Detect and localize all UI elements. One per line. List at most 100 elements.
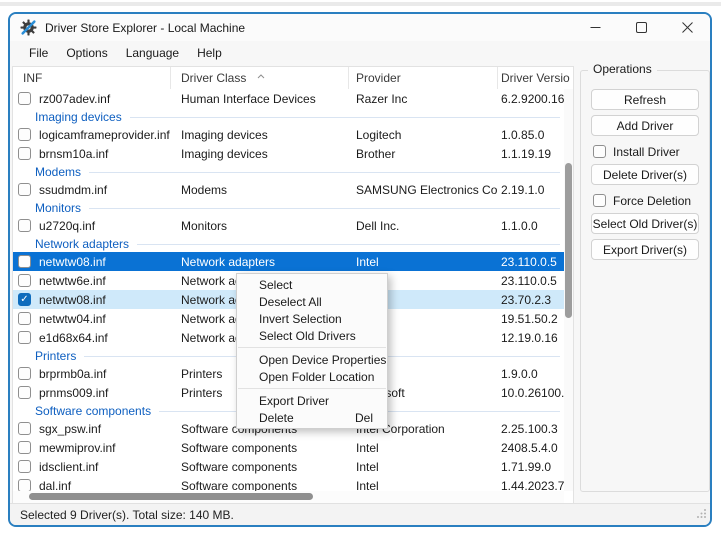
context-menu: Select Deselect All Invert Selection Select… (236, 273, 388, 429)
install-driver-checkbox[interactable]: Install Driver (593, 143, 699, 160)
group-label: Modems (35, 164, 82, 179)
column-header-provider[interactable]: Provider (349, 67, 498, 89)
version-cell: 6.2.9200.165 (501, 91, 564, 106)
context-menu-item-select[interactable]: Select (237, 276, 387, 293)
row-checkbox[interactable] (18, 128, 31, 141)
table-row[interactable]: ssudmdm.inf Modems SAMSUNG Electronics Co.… (13, 180, 564, 199)
close-button[interactable] (664, 14, 710, 41)
table-row[interactable]: logicamframeprovider.inf Imaging devices L… (13, 125, 564, 144)
table-row[interactable]: rz007adev.inf Human Interface Devices Raze… (13, 89, 564, 108)
inf-cell: idsclient.inf (39, 459, 99, 474)
horizontal-scrollbar-thumb[interactable] (29, 493, 313, 500)
group-row: Monitors (13, 199, 564, 216)
inf-cell: netwtw04.inf (39, 311, 106, 326)
group-label: Software components (35, 403, 152, 418)
menu-help[interactable]: Help (188, 43, 231, 63)
context-menu-item-export-driver[interactable]: Export Driver (237, 392, 387, 409)
checkbox-icon (593, 194, 606, 207)
driver-class-cell: Human Interface Devices (181, 91, 316, 106)
row-checkbox[interactable] (18, 147, 31, 160)
horizontal-scrollbar[interactable] (13, 491, 564, 503)
add-driver-button[interactable]: Add Driver (591, 115, 699, 136)
row-checkbox[interactable] (18, 255, 31, 268)
driver-class-cell: Imaging devices (181, 127, 268, 142)
driver-class-cell: Modems (181, 182, 228, 197)
app-window: Driver Store Explorer - Local Machine Fi… (8, 12, 712, 527)
column-header-driver-version[interactable]: Driver Versio (498, 67, 573, 89)
context-menu-item-select-old-drivers[interactable]: Select Old Drivers (237, 327, 387, 344)
menu-options[interactable]: Options (57, 43, 116, 63)
driver-list-header: INF Driver Class Provider Driver Versio (13, 67, 573, 89)
row-checkbox[interactable] (18, 386, 31, 399)
caption-buttons (572, 14, 710, 41)
minimize-icon (590, 27, 600, 28)
check-icon: ✓ (20, 293, 29, 305)
group-row: Modems (13, 163, 564, 180)
column-header-inf[interactable]: INF (13, 67, 171, 89)
row-checkbox[interactable] (18, 183, 31, 196)
inf-cell: e1d68x64.inf (39, 330, 108, 345)
menu-bar: File Options Language Help (10, 41, 710, 64)
minimize-button[interactable] (572, 14, 618, 41)
row-checkbox[interactable] (18, 219, 31, 232)
resize-grip[interactable] (696, 508, 707, 522)
provider-cell: Brother (356, 146, 396, 161)
row-checkbox[interactable]: ✓ (18, 293, 31, 306)
group-line (89, 172, 560, 173)
context-menu-item-open-folder-location[interactable]: Open Folder Location (237, 368, 387, 385)
version-cell: 2.19.1.0 (501, 182, 545, 197)
row-checkbox[interactable] (18, 274, 31, 287)
table-row[interactable]: idsclient.inf Software components Intel 1.7… (13, 457, 564, 476)
select-old-driver-s-button[interactable]: Select Old Driver(s) (591, 213, 699, 234)
menu-file[interactable]: File (20, 43, 57, 63)
version-cell: 1.1.0.0 (501, 218, 538, 233)
version-cell: 23.70.2.3 (501, 292, 552, 307)
context-menu-item-delete[interactable]: Delete Del (237, 409, 387, 426)
refresh-button[interactable]: Refresh (591, 89, 699, 110)
group-line (129, 117, 560, 118)
app-gear-icon (20, 19, 37, 36)
context-menu-item-invert-selection[interactable]: Invert Selection (237, 310, 387, 327)
row-checkbox[interactable] (18, 367, 31, 380)
menu-separator (238, 388, 386, 389)
row-checkbox[interactable] (18, 479, 31, 491)
row-checkbox[interactable] (18, 441, 31, 454)
row-checkbox[interactable] (18, 92, 31, 105)
driver-class-cell: Software components (181, 440, 298, 455)
row-checkbox[interactable] (18, 460, 31, 473)
menu-item-label: Select Old Drivers (259, 328, 356, 343)
driver-class-cell: Software components (181, 478, 298, 492)
version-cell: 1.1.19.19 (501, 146, 552, 161)
driver-class-cell: Monitors (181, 218, 228, 233)
context-menu-item-open-device-properties[interactable]: Open Device Properties (237, 351, 387, 368)
row-checkbox[interactable] (18, 312, 31, 325)
inf-cell: rz007adev.inf (39, 91, 111, 106)
export-driver-s-button[interactable]: Export Driver(s) (591, 239, 699, 260)
menu-separator (238, 347, 386, 348)
table-row[interactable]: mewmiprov.inf Software components Intel 240… (13, 438, 564, 457)
delete-driver-s-button[interactable]: Delete Driver(s) (591, 164, 699, 185)
row-checkbox[interactable] (18, 331, 31, 344)
table-row[interactable]: u2720q.inf Monitors Dell Inc. 1.1.0.0 (13, 216, 564, 235)
inf-cell: netwtw08.inf (39, 292, 106, 307)
version-cell: 1.0.85.0 (501, 127, 545, 142)
menu-item-label: Invert Selection (259, 311, 342, 326)
force-deletion-checkbox[interactable]: Force Deletion (593, 192, 699, 209)
vertical-scrollbar[interactable] (564, 89, 573, 491)
driver-class-cell: Network adapters (181, 254, 276, 269)
window-title: Driver Store Explorer - Local Machine (45, 20, 246, 35)
status-text: Selected 9 Driver(s). Total size: 140 MB… (20, 507, 234, 522)
vertical-scrollbar-thumb[interactable] (565, 163, 572, 318)
table-row[interactable]: netwtw08.inf Network adapters Intel 23.110.… (13, 252, 564, 271)
group-label: Printers (35, 348, 77, 363)
table-row[interactable]: brnsm10a.inf Imaging devices Brother 1.1.19… (13, 144, 564, 163)
maximize-button[interactable] (618, 14, 664, 41)
row-checkbox[interactable] (18, 422, 31, 435)
inf-cell: brprmb0a.inf (39, 366, 107, 381)
column-header-driver-class[interactable]: Driver Class (171, 67, 349, 89)
context-menu-item-deselect-all[interactable]: Deselect All (237, 293, 387, 310)
menu-item-label: Deselect All (259, 294, 322, 309)
menu-language[interactable]: Language (117, 43, 188, 63)
table-row[interactable]: dal.inf Software components Intel 1.44.2023… (13, 476, 564, 491)
menu-item-label: Select (259, 277, 293, 292)
